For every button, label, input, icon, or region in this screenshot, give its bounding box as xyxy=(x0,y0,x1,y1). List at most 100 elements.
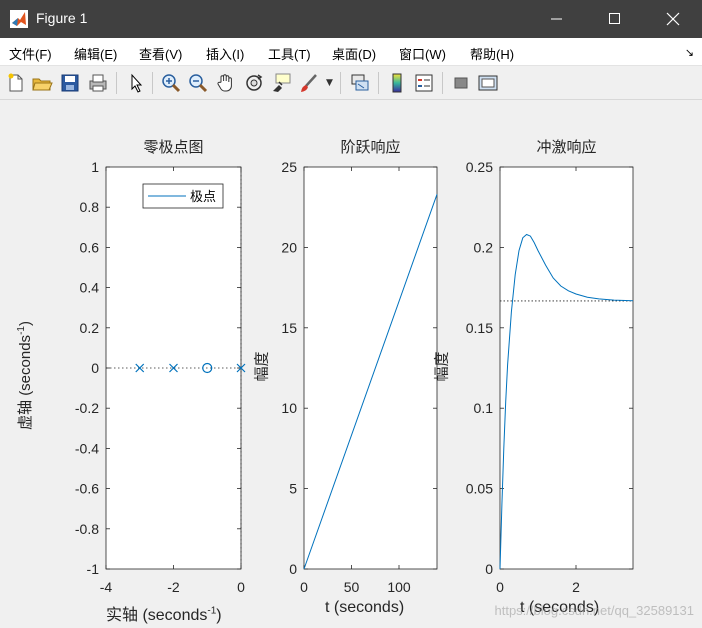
colorbar-icon xyxy=(392,73,402,93)
watermark-text: https://blog.csdn.net/qq_32589131 xyxy=(494,603,695,618)
pan-icon xyxy=(217,74,232,92)
y-tick-label: 0.2 xyxy=(474,239,494,255)
figure-toolbar: ▼ xyxy=(0,66,702,100)
pzmap-xlabel-sup: -1 xyxy=(207,605,217,617)
menu-bar: 文件(F) 编辑(E) 查看(V) 插入(I) 工具(T) 桌面(D) 窗口(W… xyxy=(0,38,702,66)
new-figure-button[interactable] xyxy=(5,72,27,94)
step-title: 阶跃响应 xyxy=(340,138,401,156)
open-file-icon xyxy=(32,78,53,91)
edit-plot-button[interactable] xyxy=(125,72,147,94)
menu-insert[interactable]: 插入(I) xyxy=(206,44,244,63)
step-xlabel: t (seconds) xyxy=(325,599,405,616)
pan-button[interactable] xyxy=(215,72,237,94)
toolbar-separator xyxy=(442,72,443,94)
y-tick-label: 0.25 xyxy=(466,159,493,175)
y-tick-label: 0.15 xyxy=(466,320,493,336)
y-tick-label: -0.8 xyxy=(75,521,99,537)
y-tick-label: 0.8 xyxy=(80,199,100,215)
menu-tools[interactable]: 工具(T) xyxy=(268,44,311,63)
insert-legend-button[interactable] xyxy=(413,72,435,94)
y-tick-label: -0.6 xyxy=(75,481,99,497)
open-file-button[interactable] xyxy=(31,72,53,94)
toolbar-separator xyxy=(152,72,153,94)
menu-desktop[interactable]: 桌面(D) xyxy=(332,44,376,63)
zoom-out-button[interactable] xyxy=(187,72,209,94)
save-icon xyxy=(61,74,79,92)
insert-colorbar-button[interactable] xyxy=(386,72,408,94)
x-tick-label: 100 xyxy=(387,579,411,595)
pzmap-xlabel-close: ) xyxy=(216,607,222,624)
matlab-logo-icon xyxy=(10,10,28,28)
impulse-ylabel: 幅度 xyxy=(433,351,451,382)
y-tick-label: 0 xyxy=(289,561,297,577)
rotate-3d-button[interactable] xyxy=(243,72,265,94)
impulse-title: 冲激响应 xyxy=(536,138,597,156)
pzmap-axes[interactable]: -1 -0.8 -0.6 -0.4 -0.2 0 0.2 0.4 0.6 0.8 1 -4 -2 0 极点 0… xyxy=(0,101,702,628)
zoom-out-icon xyxy=(189,74,208,93)
menu-window[interactable]: 窗口(W) xyxy=(399,44,446,63)
step-ylabel: 幅度 xyxy=(253,351,271,382)
legend-entry-label: 极点 xyxy=(190,190,216,205)
x-tick-label: 0 xyxy=(496,579,504,595)
show-plot-tools-button[interactable] xyxy=(477,72,499,94)
y-tick-label: -0.4 xyxy=(75,440,99,456)
hide-plot-tools-icon xyxy=(454,77,468,89)
link-plot-button[interactable] xyxy=(349,72,371,94)
pzmap-ylabel: 虚轴 (seconds-1) xyxy=(14,321,35,430)
x-tick-label: 0 xyxy=(300,579,308,595)
close-icon xyxy=(666,12,680,26)
x-tick-label: 50 xyxy=(344,579,360,595)
pointer-icon xyxy=(131,73,143,93)
y-tick-label: 10 xyxy=(281,400,297,416)
brush-button[interactable] xyxy=(298,72,320,94)
pzmap-ylabel-text: 虚轴 (seconds xyxy=(16,334,34,430)
plot-area-3 xyxy=(499,166,634,570)
link-plot-icon xyxy=(351,74,369,91)
close-button[interactable] xyxy=(644,0,702,38)
pzmap-xlabel-text: 实轴 (seconds xyxy=(106,607,208,624)
print-button[interactable] xyxy=(87,72,109,94)
maximize-button[interactable] xyxy=(586,0,644,38)
minimize-icon xyxy=(551,18,562,20)
menu-view[interactable]: 查看(V) xyxy=(139,44,182,63)
window-titlebar: Figure 1 xyxy=(0,0,702,38)
y-tick-label: 15 xyxy=(281,320,297,336)
brush-dropdown-icon[interactable]: ▼ xyxy=(326,78,333,88)
y-tick-label: 0.6 xyxy=(80,239,100,255)
data-cursor-icon xyxy=(273,73,291,92)
y-tick-label: 0.1 xyxy=(474,400,494,416)
x-tick-label: -4 xyxy=(100,579,113,595)
y-tick-label: 20 xyxy=(281,239,297,255)
y-tick-label: 0.2 xyxy=(80,320,100,336)
y-tick-label: 0.05 xyxy=(466,481,493,497)
maximize-icon xyxy=(609,13,620,24)
y-tick-label: 25 xyxy=(281,159,297,175)
y-tick-label: 1 xyxy=(91,159,99,175)
dock-arrow-icon[interactable]: ↘ xyxy=(685,46,694,59)
menu-edit[interactable]: 编辑(E) xyxy=(74,44,117,63)
pzmap-ylabel-sup: -1 xyxy=(15,326,27,335)
y-tick-label: 5 xyxy=(289,481,297,497)
zoom-in-icon xyxy=(162,74,181,93)
x-tick-label: -2 xyxy=(167,579,180,595)
hide-plot-tools-button[interactable] xyxy=(450,72,472,94)
figure-canvas: 零极点图 -1 -0.8 -0.6 -0.4 -0.2 0 0.2 0.4 0.6 0.8 1 -4-… xyxy=(0,101,702,628)
legend-icon xyxy=(415,74,433,92)
brush-icon xyxy=(301,74,317,92)
plot-area-2 xyxy=(303,166,438,570)
print-icon xyxy=(89,74,107,92)
rotate-3d-icon xyxy=(246,74,263,91)
y-tick-label: -0.2 xyxy=(75,400,99,416)
x-tick-label: 2 xyxy=(572,579,580,595)
toolbar-separator xyxy=(116,72,117,94)
toolbar-separator xyxy=(340,72,341,94)
y-tick-label: 0 xyxy=(485,561,493,577)
save-button[interactable] xyxy=(59,72,81,94)
zoom-in-button[interactable] xyxy=(160,72,182,94)
toolbar-separator xyxy=(378,72,379,94)
menu-file[interactable]: 文件(F) xyxy=(9,44,52,63)
menu-help[interactable]: 帮助(H) xyxy=(470,44,514,63)
data-cursor-button[interactable] xyxy=(270,72,292,94)
pzmap-ylabel-close: ) xyxy=(16,321,34,327)
minimize-button[interactable] xyxy=(528,0,586,38)
